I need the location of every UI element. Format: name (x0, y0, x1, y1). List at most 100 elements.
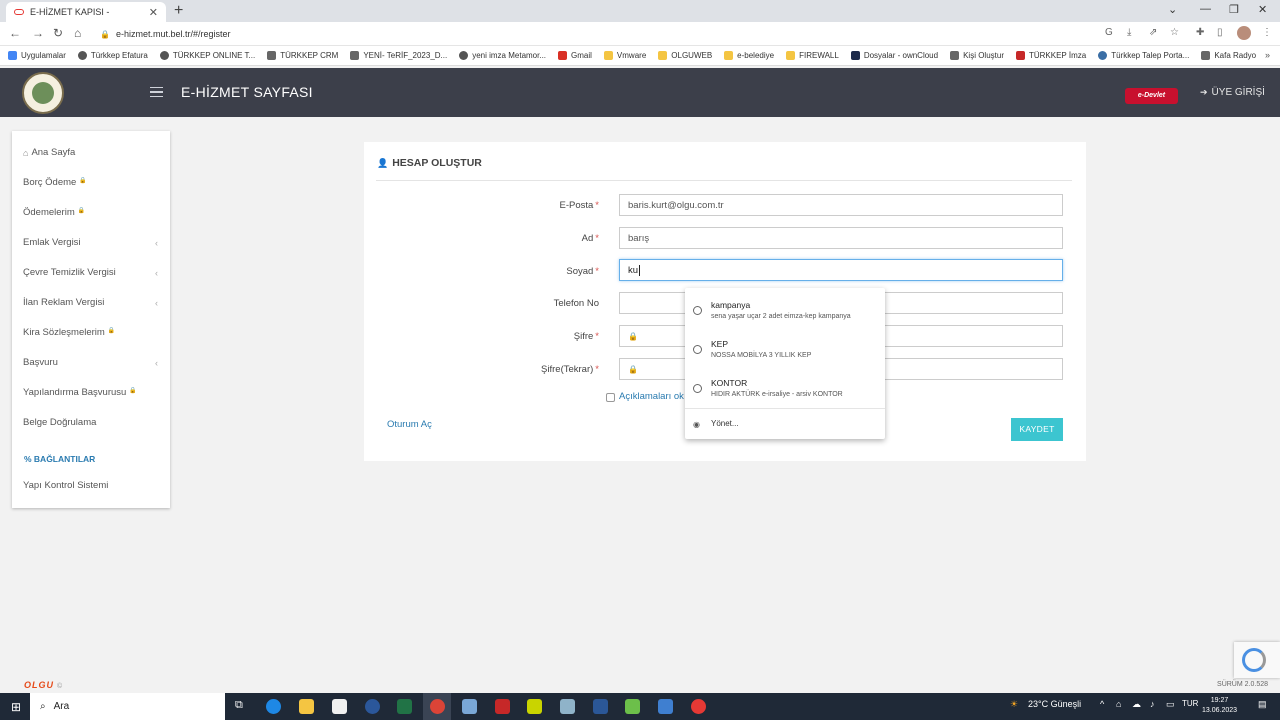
bookmark-item[interactable]: Gmail (558, 51, 592, 60)
taskbar-clock[interactable]: 19:27 13.06.2023 (1202, 696, 1237, 716)
people-icon (350, 51, 360, 60)
bookmark-item[interactable]: Kafa Radyo (1201, 51, 1256, 60)
install-icon[interactable]: ⤓ (1127, 27, 1131, 38)
battery-icon[interactable]: ▭ (1166, 699, 1175, 710)
hamburger-menu-icon[interactable] (150, 87, 163, 97)
required-marker: * (595, 266, 599, 277)
lock-icon: 🔒 (628, 331, 638, 341)
tab-search-chevron-icon[interactable]: ⌄ (1168, 3, 1177, 16)
word-icon[interactable] (593, 699, 608, 714)
manage-autofill-link[interactable]: Yönet... (711, 419, 739, 428)
edevlet-login-button[interactable]: e-Devlet (1125, 88, 1178, 104)
home-icon[interactable]: ⌂ (74, 26, 81, 40)
app-icon[interactable] (658, 699, 673, 714)
sidebar-item-application[interactable]: Başvuru ‹ (23, 357, 158, 368)
share-icon[interactable]: ⇗ (1149, 27, 1157, 38)
minimize-button[interactable]: — (1200, 3, 1211, 15)
language-indicator[interactable]: TUR (1182, 699, 1198, 708)
bookmark-item[interactable]: e-belediye (724, 51, 774, 60)
recaptcha-badge[interactable] (1234, 642, 1280, 678)
windows-start-icon[interactable]: ⊞ (11, 700, 21, 714)
reload-icon[interactable]: ↻ (53, 26, 63, 40)
url-field[interactable]: 🔒 e-hizmet.mut.bel.tr/#/register (100, 26, 231, 42)
tray-chevron-icon[interactable]: ^ (1100, 699, 1104, 709)
app-icon[interactable] (560, 699, 575, 714)
autofill-item[interactable]: kampanya sena yaşar uçar 2 adet eimza-ke… (685, 292, 885, 328)
sidebar-item-leases[interactable]: Kira Sözleşmelerim 🔒 (23, 327, 158, 338)
sidebar-item-home[interactable]: ⌂ Ana Sayfa (23, 147, 158, 158)
weather-text[interactable]: 23°C Güneşli (1028, 699, 1081, 709)
member-login-link[interactable]: ➔ ÜYE GİRİŞİ (1200, 87, 1265, 98)
sidebar-item-document-verify[interactable]: Belge Doğrulama (23, 417, 158, 428)
excel-icon[interactable] (397, 699, 412, 714)
bookmark-item[interactable]: Vmware (603, 51, 646, 60)
sidebar-item-restructuring[interactable]: Yapılandırma Başvurusu 🔒 (23, 387, 158, 398)
surname-field[interactable]: ku (619, 259, 1063, 281)
sidebar-item-environment-tax[interactable]: Çevre Temizlik Vergisi ‹ (23, 267, 158, 278)
forward-icon[interactable]: → (32, 26, 44, 40)
chrome-icon[interactable] (430, 699, 445, 714)
card-title: 👤 HESAP OLUŞTUR (377, 157, 482, 169)
browser-tab[interactable]: E-HİZMET KAPISI - ✕ (6, 2, 166, 22)
edge-icon[interactable] (266, 699, 281, 714)
profile-avatar[interactable] (1237, 26, 1251, 40)
name-field[interactable]: barış (619, 227, 1063, 249)
close-window-button[interactable]: ✕ (1258, 3, 1267, 16)
bookmark-item[interactable]: TÜRKKEP İmza (1015, 51, 1086, 60)
bookmark-item[interactable]: Türkkep Talep Porta... (1098, 51, 1189, 60)
star-icon[interactable]: ☆ (1170, 27, 1179, 38)
terms-link[interactable]: Açıklamaları ok (619, 391, 684, 402)
sidebar-item-ad-tax[interactable]: İlan Reklam Vergisi ‹ (23, 297, 158, 308)
teams-icon[interactable] (365, 699, 380, 714)
more-bookmarks-icon[interactable]: » (1265, 50, 1270, 60)
cloud-icon[interactable]: ☁ (1132, 699, 1141, 710)
notification-icon[interactable]: ▤ (1258, 699, 1267, 710)
back-icon[interactable]: ← (9, 26, 21, 40)
close-tab-icon[interactable]: ✕ (149, 6, 158, 19)
new-tab-button[interactable]: + (174, 2, 183, 20)
municipality-logo[interactable] (22, 72, 64, 114)
bookmark-item[interactable]: TÜRKKEP ONLINE T... (159, 51, 255, 60)
app-icon[interactable] (691, 699, 706, 714)
sidebar-item-property-tax[interactable]: Emlak Vergisi ‹ (23, 237, 158, 248)
autofill-item[interactable]: KEP NOSSA MOBİLYA 3 YILLIK KEP (685, 331, 885, 367)
sidebar-item-payments[interactable]: Ödemelerim 🔒 (23, 207, 158, 218)
fireworks-icon[interactable] (527, 699, 542, 714)
save-button[interactable]: KAYDET (1011, 418, 1063, 441)
bookmark-item[interactable]: yeni imza Metamor... (459, 51, 546, 60)
extensions-icon[interactable]: ✚ (1196, 27, 1204, 38)
tools-icon[interactable] (625, 699, 640, 714)
bookmark-apps[interactable]: Uygulamalar (8, 51, 66, 60)
chevron-left-icon: ‹ (155, 267, 158, 278)
file-explorer-icon[interactable] (299, 699, 314, 714)
sidepanel-icon[interactable]: ▯ (1217, 27, 1223, 38)
owncloud-icon (850, 51, 860, 60)
volume-icon[interactable]: ♪ (1150, 699, 1155, 709)
store-icon[interactable] (332, 699, 347, 714)
restore-button[interactable]: ❐ (1229, 3, 1239, 16)
bookmark-item[interactable]: FIREWALL (786, 51, 839, 60)
autofill-item[interactable]: KONTOR HIDIR AKTÜRK e-irsaliye - arsiv K… (685, 370, 885, 406)
autofill-dropdown: kampanya sena yaşar uçar 2 adet eimza-ke… (685, 288, 885, 439)
required-marker: * (595, 364, 599, 375)
task-view-icon[interactable]: ⧉ (235, 699, 243, 712)
menu-icon[interactable]: ⋮ (1262, 27, 1272, 38)
taskbar-search[interactable]: ⌕ Ara (30, 693, 225, 720)
bookmark-item[interactable]: Türkkep Efatura (77, 51, 148, 60)
lock-icon: 🔒 (100, 29, 110, 39)
bookmark-item[interactable]: Kişi Oluştur (950, 51, 1004, 60)
pen-tool-icon[interactable] (462, 699, 477, 714)
divider (376, 180, 1072, 181)
sidebar-link-building-control[interactable]: Yapı Kontrol Sistemi (23, 480, 158, 491)
bookmark-item[interactable]: OLGUWEB (658, 51, 712, 60)
bookmark-item[interactable]: Dosyalar - ownCloud (850, 51, 938, 60)
pdf-icon[interactable] (495, 699, 510, 714)
terms-checkbox[interactable] (606, 393, 615, 402)
login-link[interactable]: Oturum Aç (387, 419, 432, 430)
bookmark-item[interactable]: TÜRKKEP CRM (267, 51, 338, 60)
network-icon[interactable]: ⌂ (1116, 699, 1121, 709)
sidebar-item-debt-payment[interactable]: Borç Ödeme 🔒 (23, 177, 158, 188)
email-field[interactable]: baris.kurt@olgu.com.tr (619, 194, 1063, 216)
bookmark-item[interactable]: YENİ- TeRİF_2023_D... (350, 51, 447, 60)
google-icon[interactable]: G (1105, 27, 1113, 38)
